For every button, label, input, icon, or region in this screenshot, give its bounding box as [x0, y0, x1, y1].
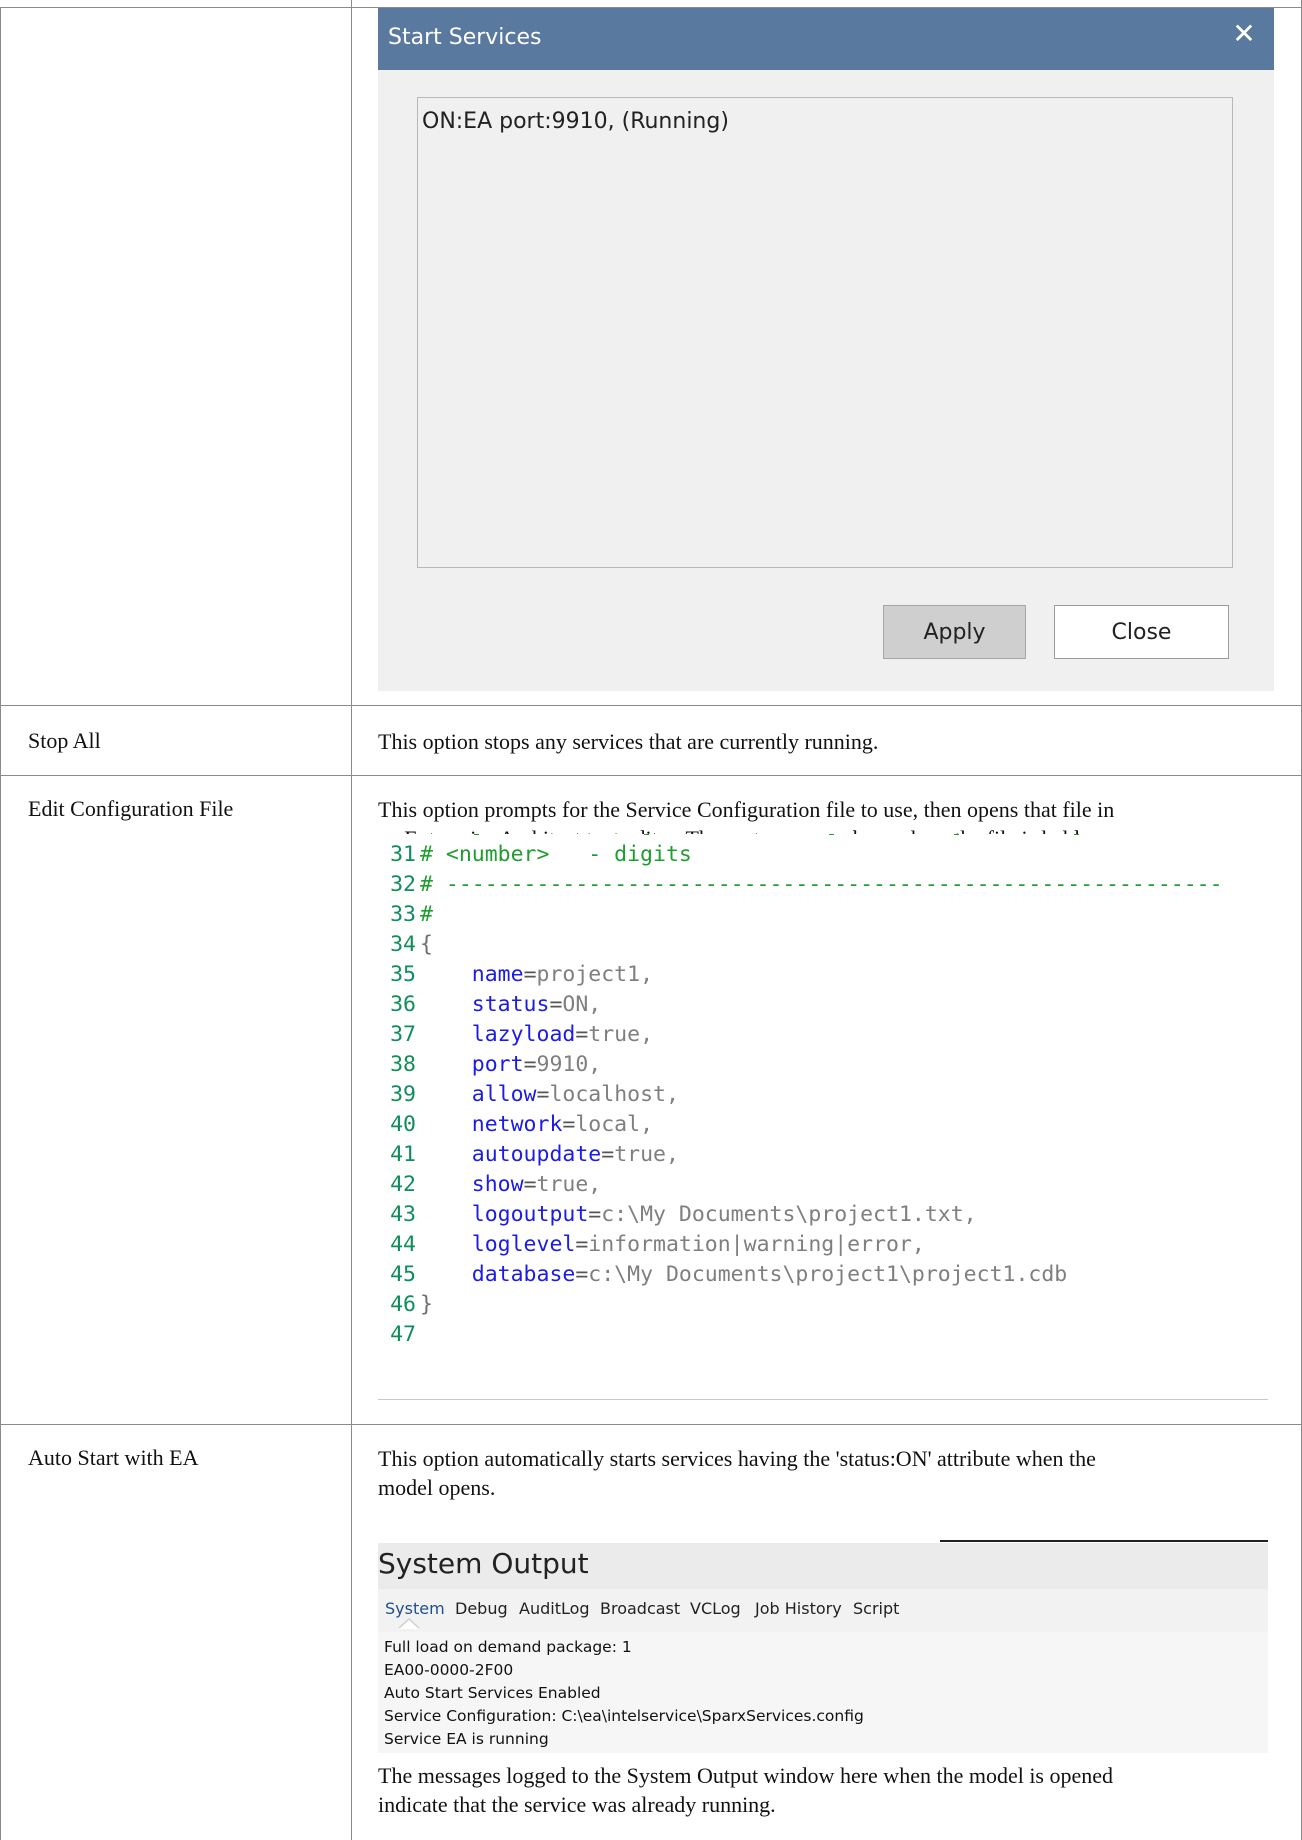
code-line: 37 lazyload=true, [390, 1022, 654, 1047]
close-button[interactable]: Close [1054, 605, 1229, 659]
log-line: Service EA is running [384, 1730, 549, 1748]
dialog-title: Start Services [388, 25, 542, 50]
description-line: This option automatically starts service… [378, 1446, 1096, 1471]
code-line: 38 port=9910, [390, 1052, 602, 1077]
row-divider [0, 1424, 1302, 1425]
code-line: 40 network=local, [390, 1112, 654, 1137]
row-divider [0, 705, 1302, 706]
description-line: indicate that the service was already ru… [378, 1792, 776, 1817]
dialog-titlebar: Start Services ✕ [378, 8, 1274, 70]
log-line: Auto Start Services Enabled [384, 1684, 601, 1702]
tab-debug[interactable]: Debug [455, 1599, 508, 1618]
code-line: 32 # ------------------------------------… [390, 872, 1223, 897]
code-line: 45 database=c:\My Documents\project1\pro… [390, 1262, 1068, 1287]
code-line: 43 logoutput=c:\My Documents\project1.tx… [390, 1202, 977, 1227]
code-line: 31 # <number> - digits [390, 842, 692, 867]
code-line: 46} [390, 1292, 433, 1317]
row-description: The messages logged to the System Output… [378, 1761, 1278, 1819]
tab-auditlog[interactable]: AuditLog [519, 1599, 590, 1618]
code-editor: 31 # <number> - digits 32 # --------------… [378, 834, 1268, 1400]
log-line: EA00-0000-2F00 [384, 1661, 514, 1679]
row-description: This option stops any services that are … [378, 729, 879, 754]
divider [940, 1540, 1268, 1542]
apply-button[interactable]: Apply [883, 605, 1026, 659]
code-line: 33 # [390, 902, 433, 927]
code-line: 44 loglevel=information|warning|error, [390, 1232, 925, 1257]
system-output-tabs: System Debug AuditLog Broadcast VCLog Jo… [378, 1589, 1268, 1668]
system-output-title: System Output [378, 1547, 589, 1580]
clipped-line-fragment [434, 834, 1234, 839]
document-table: Start Services ✕ ON:EA port:9910, (Runni… [0, 0, 1302, 1840]
tab-system[interactable]: System [385, 1599, 445, 1618]
description-line: This option prompts for the Service Conf… [378, 797, 1115, 822]
row-label-stop-all: Stop All [28, 728, 101, 753]
tab-broadcast[interactable]: Broadcast [600, 1599, 680, 1618]
tab-script[interactable]: Script [853, 1599, 899, 1618]
row-description: This option automatically starts service… [378, 1444, 1278, 1502]
system-output-log: Full load on demand package: 1 EA00-0000… [378, 1632, 1268, 1753]
tab-vclog[interactable]: VCLog [690, 1599, 741, 1618]
service-list-item[interactable]: ON:EA port:9910, (Running) [422, 109, 729, 134]
code-line: 47 [390, 1322, 416, 1347]
code-line: 42 show=true, [390, 1172, 602, 1197]
system-output-panel: System Output System Debug AuditLog Broa… [378, 1540, 1268, 1753]
description-line: model opens. [378, 1475, 496, 1500]
column-divider [351, 0, 352, 1840]
tab-job-history[interactable]: Job History [755, 1599, 842, 1618]
start-services-dialog: Start Services ✕ ON:EA port:9910, (Runni… [378, 8, 1274, 691]
code-line: 36 status=ON, [390, 992, 602, 1017]
close-icon[interactable]: ✕ [1230, 20, 1258, 48]
code-line: 41 autoupdate=true, [390, 1142, 679, 1167]
code-line: 39 allow=localhost, [390, 1082, 679, 1107]
row-divider [0, 775, 1302, 776]
row-label-edit-configuration-file: Edit Configuration File [28, 796, 234, 821]
code-line: 35 name=project1, [390, 962, 654, 987]
log-line: Service Configuration: C:\ea\intelservic… [384, 1707, 864, 1725]
code-line: 34{ [390, 932, 433, 957]
service-list[interactable]: ON:EA port:9910, (Running) [417, 97, 1233, 568]
table-border-left [0, 7, 1, 1840]
log-line: Full load on demand package: 1 [384, 1638, 632, 1656]
row-label-auto-start-with-ea: Auto Start with EA [28, 1445, 199, 1470]
description-line: The messages logged to the System Output… [378, 1763, 1114, 1788]
system-output-header: System Output [378, 1543, 1268, 1589]
